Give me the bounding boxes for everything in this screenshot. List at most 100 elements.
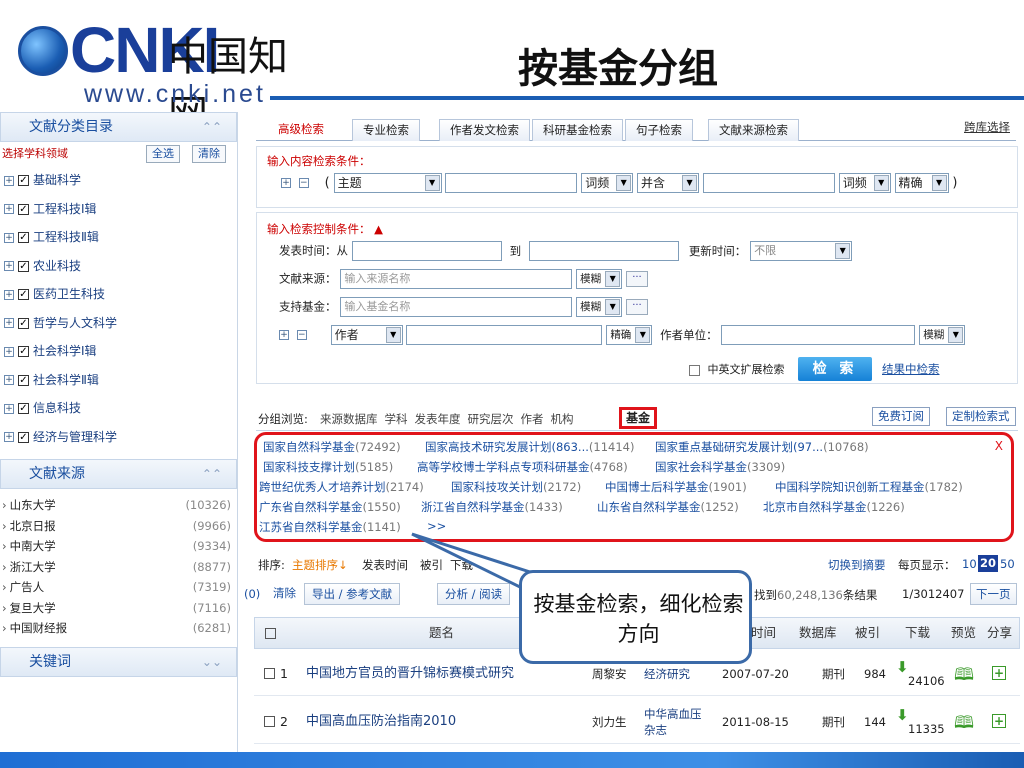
- subject-checkbox[interactable]: ✓: [18, 403, 29, 414]
- add-author-icon[interactable]: +: [279, 330, 289, 340]
- clear-subjects-button[interactable]: 清除: [192, 145, 226, 163]
- expand-plus-icon[interactable]: +: [4, 375, 14, 385]
- expand-plus-icon[interactable]: +: [4, 232, 14, 243]
- dropdown-arrow-icon[interactable]: ▼: [948, 327, 964, 343]
- custom-query-button[interactable]: 定制检索式: [946, 407, 1016, 426]
- fund-input[interactable]: 输入基金名称: [340, 297, 573, 317]
- group-item[interactable]: 学科: [385, 412, 408, 426]
- group-item[interactable]: 机构: [551, 412, 574, 426]
- subject-checkbox[interactable]: ✓: [18, 374, 29, 386]
- next-page-button[interactable]: 下一页: [970, 583, 1017, 605]
- export-button[interactable]: 导出 / 参考文献: [304, 583, 401, 605]
- dropdown-arrow-icon[interactable]: ▼: [873, 175, 889, 191]
- source-fuzzy-select[interactable]: 模糊 ▼: [576, 269, 623, 289]
- free-subscribe-button[interactable]: 免费订阅: [872, 407, 930, 426]
- fund-item[interactable]: 中国科学院知识创新工程基金(1782): [775, 479, 963, 495]
- per-page-10[interactable]: 10: [962, 557, 977, 571]
- row-cited[interactable]: 984: [864, 652, 886, 696]
- date-from-input[interactable]: [351, 241, 502, 261]
- subject-item[interactable]: + ✓ 信息科技: [0, 394, 237, 423]
- source-item[interactable]: › 中国财经报 (6281): [0, 618, 237, 639]
- date-to-input[interactable]: [528, 241, 679, 261]
- row-source[interactable]: 中华高血压杂志: [644, 706, 710, 738]
- tab-fund[interactable]: 科研基金检索: [532, 119, 623, 141]
- dropdown-arrow-icon[interactable]: ▼: [931, 175, 947, 191]
- dropdown-arrow-icon[interactable]: ▼: [385, 327, 401, 343]
- subject-checkbox[interactable]: ✓: [18, 203, 29, 215]
- category-header[interactable]: 文献分类目录 ⌃⌃: [0, 112, 237, 142]
- row-source[interactable]: 经济研究: [644, 666, 710, 682]
- subject-checkbox[interactable]: ✓: [18, 431, 29, 443]
- subject-checkbox[interactable]: ✓: [18, 232, 29, 243]
- close-icon[interactable]: X: [995, 439, 1003, 453]
- subject-checkbox[interactable]: ✓: [18, 317, 29, 329]
- share-plus-icon[interactable]: +: [992, 714, 1006, 728]
- preview-book-icon[interactable]: 🕮: [954, 662, 974, 691]
- tab-source[interactable]: 文献来源检索: [708, 119, 799, 141]
- fund-item[interactable]: 北京市自然科学基金(1226): [763, 499, 905, 515]
- subject-item[interactable]: + ✓ 哲学与人文科学: [0, 309, 237, 338]
- select-all-checkbox[interactable]: [265, 628, 276, 639]
- sort-time[interactable]: 发表时间: [362, 557, 408, 573]
- row-author[interactable]: 刘力生: [592, 700, 627, 744]
- cross-library-link[interactable]: 跨库选择: [964, 119, 1010, 135]
- fund-item[interactable]: 国家科技攻关计划(2172): [451, 479, 581, 495]
- dropdown-arrow-icon[interactable]: ▼: [635, 327, 651, 343]
- more-fund-icon[interactable]: ···: [625, 299, 648, 315]
- fund-item[interactable]: 中国博士后科学基金(1901): [605, 479, 747, 495]
- col-db[interactable]: 数据库: [799, 618, 837, 648]
- subject-item[interactable]: + ✓ 医药卫生科技: [0, 280, 237, 309]
- subject-item[interactable]: + ✓ 社会科学Ⅰ辑: [0, 337, 237, 366]
- subject-checkbox[interactable]: ✓: [18, 260, 29, 272]
- row-checkbox[interactable]: [264, 668, 275, 679]
- per-page-20[interactable]: 20: [978, 555, 999, 572]
- fund-item[interactable]: 浙江省自然科学基金(1433): [421, 499, 563, 515]
- collapse-icon[interactable]: ⌃⌃: [202, 113, 222, 141]
- match-select[interactable]: 精确 ▼: [894, 173, 949, 193]
- triangle-up-icon[interactable]: ▲: [374, 222, 383, 236]
- row-checkbox[interactable]: [264, 716, 275, 727]
- keyword-header[interactable]: 关键词 ⌄⌄: [0, 646, 237, 677]
- preview-book-icon[interactable]: 🕮: [954, 710, 974, 739]
- expand-plus-icon[interactable]: +: [4, 175, 14, 186]
- expand-plus-icon[interactable]: +: [4, 289, 14, 300]
- clear-selection-button[interactable]: 清除: [266, 583, 303, 605]
- source-header[interactable]: 文献来源 ⌃⌃: [0, 459, 237, 489]
- share-plus-icon[interactable]: +: [992, 666, 1006, 680]
- author-field-select[interactable]: 作者 ▼: [330, 325, 403, 345]
- group-item[interactable]: 作者: [521, 412, 544, 426]
- col-time[interactable]: 时间: [751, 618, 776, 648]
- expand-plus-icon[interactable]: +: [4, 346, 14, 357]
- dropdown-arrow-icon[interactable]: ▼: [616, 175, 632, 191]
- subject-item[interactable]: + ✓ 社会科学Ⅱ辑: [0, 366, 237, 395]
- col-cited[interactable]: 被引: [855, 618, 880, 648]
- expand-plus-icon[interactable]: +: [4, 403, 14, 414]
- fund-item[interactable]: 国家社会科学基金(3309): [655, 459, 785, 475]
- fund-item[interactable]: 山东省自然科学基金(1252): [597, 499, 739, 515]
- col-download[interactable]: 下载: [905, 618, 930, 648]
- subject-item[interactable]: + ✓ 基础科学: [0, 166, 237, 195]
- dropdown-arrow-icon[interactable]: ▼: [424, 175, 440, 191]
- per-page-50[interactable]: 50: [1000, 557, 1015, 571]
- source-item[interactable]: › 北京日报 (9966): [0, 516, 237, 537]
- search-in-results-link[interactable]: 结果中检索: [882, 361, 940, 377]
- subject-checkbox[interactable]: ✓: [18, 346, 29, 357]
- field-select[interactable]: 主题 ▼: [333, 173, 442, 193]
- tab-sentence[interactable]: 句子检索: [625, 119, 693, 141]
- expand-icon[interactable]: ⌄⌄: [202, 648, 222, 676]
- tab-professional[interactable]: 专业检索: [352, 119, 420, 141]
- group-fund-tab[interactable]: 基金: [619, 407, 658, 429]
- fund-item[interactable]: 国家高技术研究发展计划(863...(11414): [425, 439, 634, 455]
- unit-fuzzy-select[interactable]: 模糊 ▼: [919, 325, 966, 345]
- source-item[interactable]: › 广告人 (7319): [0, 577, 237, 598]
- subject-item[interactable]: + ✓ 工程科技Ⅰ辑: [0, 195, 237, 224]
- subject-item[interactable]: + ✓ 农业科技: [0, 252, 237, 281]
- row-title[interactable]: 中国地方官员的晋升锦标赛模式研究: [306, 652, 514, 696]
- dropdown-arrow-icon[interactable]: ▼: [605, 299, 621, 315]
- fund-item[interactable]: 江苏省自然科学基金(1141): [259, 519, 401, 535]
- author-input[interactable]: [406, 325, 603, 345]
- keyword-input-2[interactable]: [702, 173, 835, 193]
- fund-item[interactable]: 国家重点基础研究发展计划(97...(10768): [655, 439, 869, 455]
- group-item[interactable]: 研究层次: [468, 412, 514, 426]
- freq-select-1[interactable]: 词频 ▼: [581, 173, 634, 193]
